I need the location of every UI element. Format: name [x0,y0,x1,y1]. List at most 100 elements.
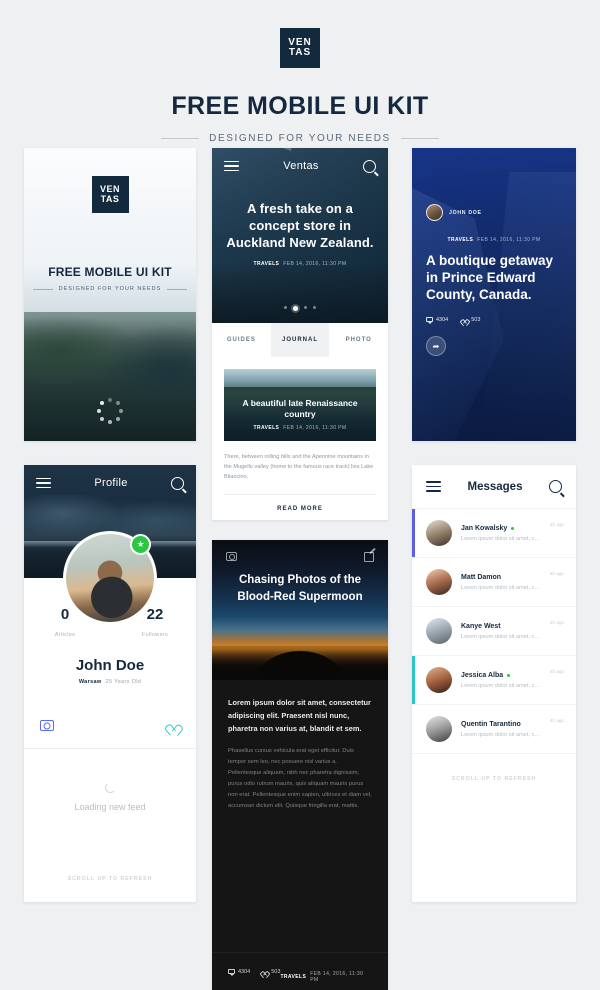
message-name-row: Kanye West [461,623,541,630]
post-headline[interactable]: A boutique getaway in Prince Edward Coun… [426,252,562,303]
brand-logo: VEN TAS [280,28,320,68]
user-avatar[interactable] [426,204,443,221]
feed-hero-content: A fresh take on a concept store in Auckl… [212,184,388,267]
feed-hero-date: FEB 14, 2016, 11:30 PM [283,261,347,267]
camera-icon[interactable] [40,720,54,731]
stat-articles-label: Articles [54,632,76,638]
heart-icon [261,968,268,975]
carousel-dot[interactable] [284,306,287,309]
search-icon[interactable] [362,159,376,173]
carousel-dot[interactable] [313,306,316,309]
avatar[interactable] [426,569,452,595]
tab-guides[interactable]: GUIDES [212,323,271,357]
tab-photo[interactable]: PHOTO [329,323,388,357]
message-sender-name: Matt Damon [461,573,502,581]
spinner-dot [108,398,112,402]
hamburger-icon[interactable] [426,481,441,492]
avatar[interactable] [426,667,452,693]
carousel-dots[interactable] [212,306,388,311]
feed-hero-meta: TRAVELS FEB 14, 2016, 11:30 PM [226,261,374,267]
page-title: FREE MOBILE UI KIT [171,92,429,120]
comment-count-value: 4304 [436,316,449,323]
feed-hero-headline[interactable]: A fresh take on a concept store in Auckl… [226,200,374,251]
comment-icon [426,316,433,324]
message-sender-name: Kanye West [461,622,501,630]
post-hero: JOHN DOE TRAVELS FEB 14, 2016, 11:30 PM … [412,148,576,441]
list-item[interactable]: Matt Damon Lorem ipsum dolor sit amet, co… [412,558,576,607]
like-count[interactable]: 503 [261,968,280,975]
list-item[interactable]: Kanye West Lorem ipsum dolor sit amet, co… [412,607,576,656]
post-author-row[interactable]: JOHN DOE [426,148,562,221]
message-name-row: Quentin Tarantino [461,721,541,728]
spinner-dot [100,416,105,421]
unread-accent-bar [412,656,415,704]
profile-divider [24,748,196,749]
tab-journal[interactable]: JOURNAL [270,323,330,357]
message-name-row: Jan Kowalsky [461,525,541,532]
list-item[interactable]: Quentin Tarantino Lorem ipsum dolor sit a… [412,705,576,754]
message-preview: Lorem ipsum dolor sit amet, consectetur. [461,682,541,689]
like-count-value: 503 [471,316,481,323]
message-name-row: Jessica Alba [461,672,541,679]
edit-icon[interactable] [364,552,374,562]
like-count[interactable]: 503 [461,316,480,323]
moon-title: Chasing Photos of the Blood-Red Supermoo… [237,574,363,603]
avatar[interactable] [426,520,452,546]
feed-nav-title: Ventas [283,160,319,172]
post-category: TRAVELS [447,237,474,243]
profile-city: Warsaw [78,679,102,685]
screen-feed: Ventas A fresh take on a concept store i… [212,148,388,520]
post-date: FEB 14, 2016, 11:30 PM [477,237,541,243]
feed-article-card[interactable]: A beautiful late Renaissance country TRA… [212,357,388,441]
loading-text: Loading new feed [74,802,146,812]
splash-content: VEN TAS FREE MOBILE UI KIT DESIGNED FOR … [24,148,196,292]
message-main: Jan Kowalsky Lorem ipsum dolor sit amet, … [461,525,541,542]
list-item[interactable]: Jessica Alba Lorem ipsum dolor sit amet, … [412,656,576,705]
messages-navbar: Messages [412,465,576,509]
carousel-dot[interactable] [304,306,307,309]
article-category: TRAVELS [253,425,280,431]
unread-accent-bar [412,607,415,655]
moon-hero-actions [212,552,388,562]
spinner-dot [97,409,101,413]
splash-subtitle: DESIGNED FOR YOUR NEEDS [58,286,162,292]
spinner-dot [119,409,123,413]
list-item[interactable]: Jan Kowalsky Lorem ipsum dolor sit amet, … [412,509,576,558]
stat-followers-label: Followers [141,632,169,638]
post-counts: 4304 503 [426,316,562,324]
comment-count[interactable]: 4304 [228,969,250,976]
screen-dark-article: Chasing Photos of the Blood-Red Supermoo… [212,540,388,990]
article-body: There, between rolling hills and the Ape… [224,454,374,480]
search-icon[interactable] [548,480,562,493]
feed-hero-category: TRAVELS [253,261,280,267]
message-preview: Lorem ipsum dolor sit amet, consectetur. [461,633,541,640]
feed-tabs: GUIDES JOURNAL PHOTO [212,323,388,357]
camera-icon[interactable] [226,552,237,561]
splash-background: VEN TAS FREE MOBILE UI KIT DESIGNED FOR … [24,148,196,441]
heart-icon[interactable] [167,720,180,732]
screen-splash: VEN TAS FREE MOBILE UI KIT DESIGNED FOR … [24,148,196,441]
profile-actions [24,720,196,732]
comment-count[interactable]: 4304 [426,316,449,324]
hamburger-icon[interactable] [36,477,51,489]
like-count-value: 503 [271,968,281,975]
read-more-button[interactable]: READ MORE [212,495,388,512]
carousel-dot-active[interactable] [293,306,298,311]
avatar[interactable] [426,618,452,644]
dark-article-body: Chasing Photos of the Blood-Red Supermoo… [212,540,388,990]
hamburger-icon[interactable] [224,160,239,172]
screen-profile: Profile ★ 0 Articles 22 Followers John D… [24,465,196,902]
search-icon[interactable] [171,476,184,490]
screen-messages: Messages Jan Kowalsky Lorem ipsum dolor s… [412,465,576,902]
rule-left [32,288,53,290]
share-icon[interactable]: ➦ [426,336,446,356]
dark-article-meta: TRAVELS FEB 14, 2016, 11:30 PM [280,971,372,983]
article-thumbnail: A beautiful late Renaissance country TRA… [224,369,376,441]
profile-meta: Warsaw 25 Years Old [24,679,196,685]
unread-accent-bar [412,558,415,606]
poster-header: VEN TAS FREE MOBILE UI KIT DESIGNED FOR … [0,0,600,144]
avatar[interactable] [426,716,452,742]
scroll-hint: SCROLL UP TO REFRESH [451,776,537,782]
page-subtitle-row: DESIGNED FOR YOUR NEEDS [0,133,600,144]
unread-accent-bar [412,705,415,753]
